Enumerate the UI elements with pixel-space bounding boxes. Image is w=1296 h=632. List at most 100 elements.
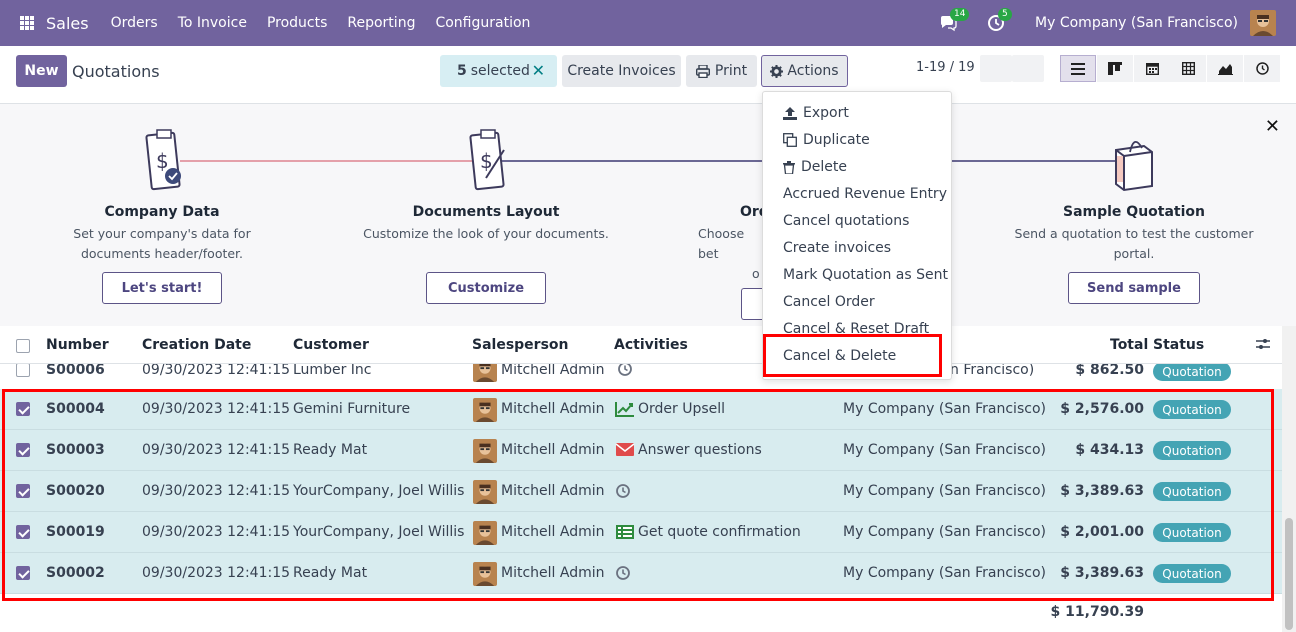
column-total[interactable]: Total bbox=[1110, 337, 1148, 353]
row-salesperson: Mitchell Admin bbox=[501, 362, 605, 378]
print-label: Print bbox=[714, 63, 748, 79]
company-switcher[interactable]: My Company (San Francisco) bbox=[1035, 15, 1238, 31]
column-activities[interactable]: Activities bbox=[614, 337, 688, 353]
menu-item-cancel-reset-draft[interactable]: Cancel & Reset Draft bbox=[783, 321, 929, 333]
menu-item-mark-quotation-as-sent[interactable]: Mark Quotation as Sent bbox=[783, 267, 948, 283]
column-customer[interactable]: Customer bbox=[293, 337, 369, 353]
onboarding-step-sample-quotation: Sample Quotation Send a quotation to tes… bbox=[1009, 128, 1259, 304]
copy-icon bbox=[783, 133, 797, 147]
optional-columns-icon[interactable] bbox=[1256, 338, 1270, 354]
close-onboarding-icon[interactable]: ✕ bbox=[1265, 116, 1280, 137]
onboarding-step-title: Ord bbox=[740, 204, 762, 220]
menu-products[interactable]: Products bbox=[267, 15, 327, 31]
menu-item-export[interactable]: Export bbox=[783, 105, 849, 121]
onboarding-step-desc-2: o bbox=[752, 266, 760, 281]
document-pen-icon: $ bbox=[361, 128, 611, 194]
row-date: 09/30/2023 12:41:15 bbox=[142, 362, 291, 378]
column-number[interactable]: Number bbox=[46, 337, 109, 353]
actions-button[interactable]: Actions bbox=[761, 55, 848, 87]
selected-count: 5 bbox=[457, 63, 467, 79]
menu-item-duplicate[interactable]: Duplicate bbox=[783, 132, 870, 148]
scrollbar-thumb[interactable] bbox=[1285, 518, 1293, 630]
onboarding-step-desc: Send a quotation to test the customer po… bbox=[1014, 226, 1254, 261]
svg-text:$: $ bbox=[156, 149, 169, 173]
menu-configuration[interactable]: Configuration bbox=[435, 15, 530, 31]
menu-item-cancel-quotations[interactable]: Cancel quotations bbox=[783, 213, 909, 229]
app-grid-icon[interactable] bbox=[20, 16, 34, 30]
pager-value[interactable]: 1-19 / 19 bbox=[916, 60, 975, 75]
onboarding-step-button[interactable] bbox=[741, 288, 762, 320]
pager-previous-button[interactable] bbox=[980, 55, 1012, 82]
calendar-view-button[interactable] bbox=[1134, 55, 1170, 82]
selected-label: selected bbox=[470, 63, 530, 79]
list-scrollbar[interactable] bbox=[1282, 326, 1296, 632]
breadcrumb: Quotations bbox=[72, 62, 160, 81]
activity-badge: 5 bbox=[998, 8, 1012, 21]
onboarding-step-title: Documents Layout bbox=[412, 204, 560, 220]
area-chart-icon bbox=[1217, 63, 1233, 75]
onboarding-step-title: Sample Quotation bbox=[1062, 204, 1205, 220]
print-icon bbox=[695, 64, 710, 78]
top-navbar: Sales Orders To Invoice Products Reporti… bbox=[0, 0, 1296, 46]
list-header: Number Creation Date Customer Salesperso… bbox=[0, 326, 1282, 364]
print-button[interactable]: Print bbox=[686, 55, 757, 87]
row-checkbox[interactable] bbox=[16, 363, 30, 377]
customize-button[interactable]: Customize bbox=[426, 272, 546, 304]
gear-icon bbox=[770, 64, 784, 78]
activity-view-button[interactable] bbox=[1244, 55, 1280, 82]
onboarding-step-company-data: $ Company Data Set your company's data f… bbox=[37, 128, 287, 304]
status-badge: Quotation bbox=[1153, 362, 1231, 381]
lets-start-button[interactable]: Let's start! bbox=[102, 272, 222, 304]
create-invoices-button[interactable]: Create Invoices bbox=[562, 55, 681, 87]
user-avatar[interactable] bbox=[1250, 10, 1276, 36]
highlight-selected-rows bbox=[2, 389, 1274, 601]
selection-indicator: 5 selected ✕ bbox=[440, 55, 557, 87]
grand-total: $ 11,790.39 bbox=[1050, 604, 1144, 620]
onboarding-step-order: Ord Choose bet o bbox=[690, 128, 762, 324]
control-panel: New Quotations 5 selected ✕ Create Invoi… bbox=[0, 46, 1296, 104]
menu-reporting[interactable]: Reporting bbox=[347, 15, 415, 31]
menu-item-accrued-revenue-entry[interactable]: Accrued Revenue Entry bbox=[783, 186, 947, 202]
list-view-button[interactable] bbox=[1060, 55, 1096, 82]
column-status[interactable]: Status bbox=[1153, 337, 1204, 353]
row-company: n Francisco) bbox=[950, 362, 1035, 378]
pager-next-button[interactable] bbox=[1012, 55, 1044, 82]
onboarding-step-desc: Customize the look of your documents. bbox=[363, 226, 609, 241]
menu-item-cancel-order[interactable]: Cancel Order bbox=[783, 294, 875, 310]
chat-badge: 14 bbox=[950, 8, 970, 21]
menu-to-invoice[interactable]: To Invoice bbox=[178, 15, 247, 31]
onboarding-step-title: Company Data bbox=[104, 204, 220, 220]
menu-item-create-invoices[interactable]: Create invoices bbox=[783, 240, 891, 256]
row-total: $ 862.50 bbox=[1075, 362, 1144, 378]
upload-icon bbox=[783, 106, 797, 120]
onboarding-step-desc: Choose bet bbox=[698, 226, 745, 261]
app-name[interactable]: Sales bbox=[46, 14, 89, 33]
calendar-view-icon bbox=[1145, 63, 1159, 75]
menu-item-delete[interactable]: Delete bbox=[783, 159, 847, 175]
column-salesperson[interactable]: Salesperson bbox=[472, 337, 569, 353]
select-all-checkbox[interactable] bbox=[16, 339, 30, 353]
column-creation-date[interactable]: Creation Date bbox=[142, 337, 251, 353]
onboarding-step-desc: Set your company's data for documents he… bbox=[73, 226, 251, 261]
actions-label: Actions bbox=[787, 63, 839, 79]
unselect-close-icon[interactable]: ✕ bbox=[532, 61, 545, 80]
list-view-icon bbox=[1071, 62, 1085, 75]
row-number: S00006 bbox=[46, 362, 105, 378]
activity-clock-icon[interactable]: 5 bbox=[987, 8, 1012, 32]
send-sample-button[interactable]: Send sample bbox=[1068, 272, 1200, 304]
kanban-view-button[interactable] bbox=[1097, 55, 1133, 82]
clock-icon bbox=[1255, 62, 1269, 75]
trash-icon bbox=[783, 160, 795, 174]
kanban-view-icon bbox=[1108, 62, 1122, 75]
onboarding-panel: ✕ $ Company Data Set your company's data… bbox=[0, 104, 1296, 326]
onboarding-step-documents-layout: $ Documents Layout Customize the look of… bbox=[361, 128, 611, 304]
document-dollar-icon: $ bbox=[37, 128, 287, 194]
row-customer: Lumber Inc bbox=[293, 362, 372, 378]
new-button[interactable]: New bbox=[16, 55, 67, 87]
highlight-cancel-delete bbox=[763, 334, 942, 377]
shopping-bag-icon bbox=[1009, 128, 1259, 194]
chat-icon[interactable]: 14 bbox=[939, 8, 970, 32]
pivot-view-button[interactable] bbox=[1170, 55, 1206, 82]
graph-view-button[interactable] bbox=[1207, 55, 1243, 82]
menu-orders[interactable]: Orders bbox=[111, 15, 158, 31]
